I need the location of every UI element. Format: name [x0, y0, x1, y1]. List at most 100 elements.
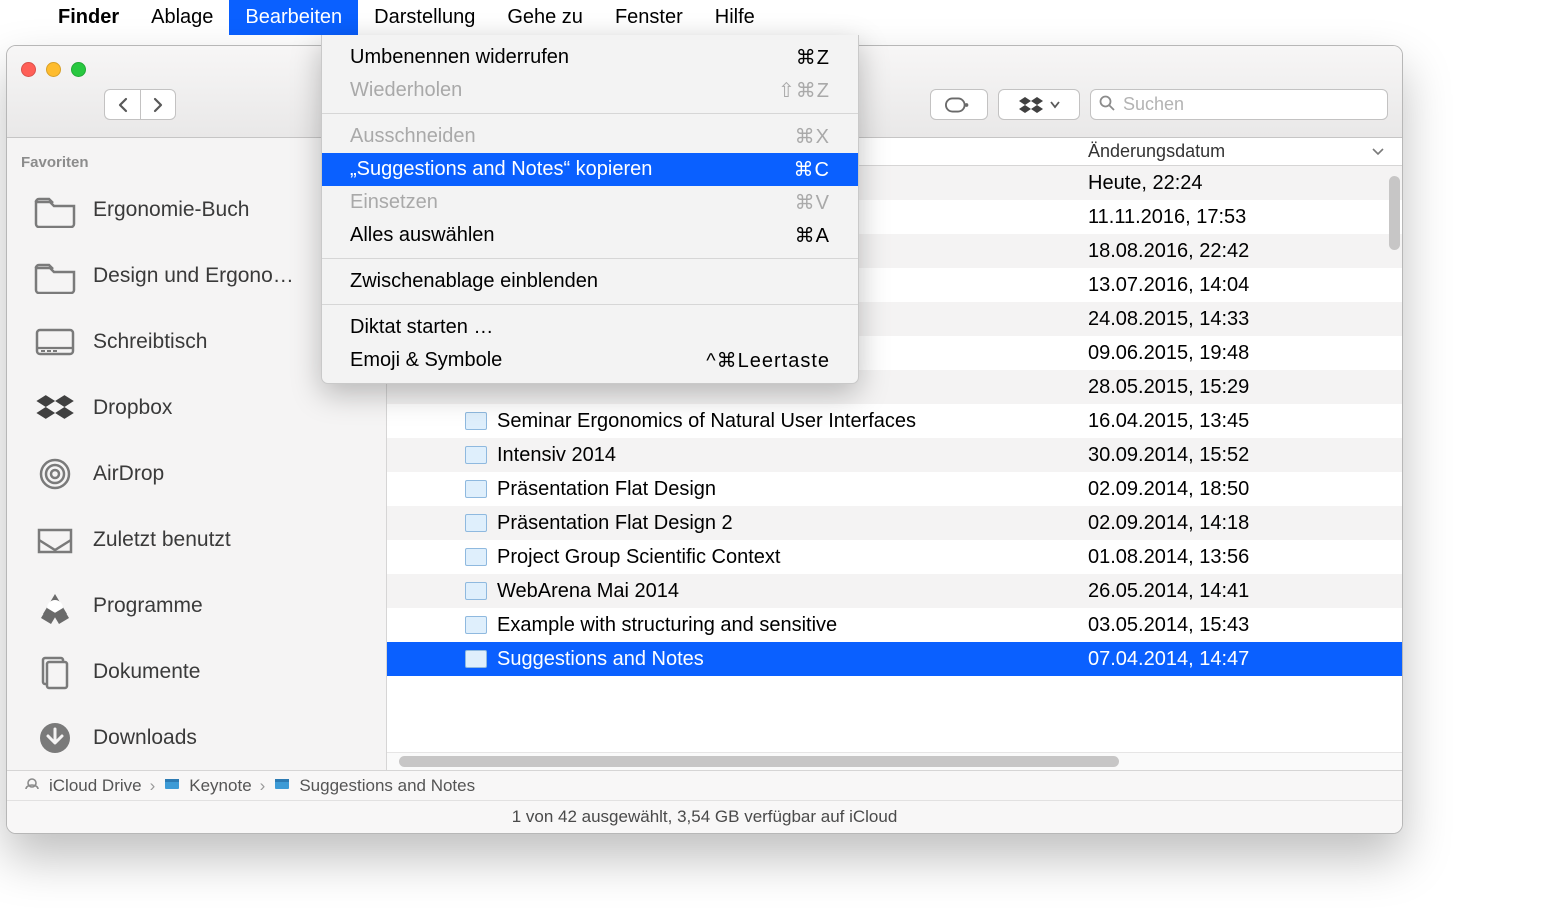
breadcrumb-icon: [23, 776, 41, 796]
file-name: Präsentation Flat Design 2: [497, 512, 733, 535]
menu-item-shortcut: ⌘A: [795, 223, 830, 248]
file-name: Präsentation Flat Design: [497, 478, 716, 501]
keynote-file-icon: [465, 548, 487, 566]
file-name-cell: Suggestions and Notes: [387, 648, 1072, 671]
horizontal-scrollbar[interactable]: [387, 752, 1402, 770]
file-row[interactable]: Präsentation Flat Design 2 02.09.2014, 14…: [387, 506, 1402, 540]
file-date: 02.09.2014, 18:50: [1072, 478, 1402, 501]
desktop-icon: [31, 322, 79, 362]
file-name-cell: Intensiv 2014: [387, 444, 1072, 467]
file-date: 18.08.2016, 22:42: [1072, 240, 1402, 263]
status-bar: 1 von 42 ausgewählt, 3,54 GB verfügbar a…: [7, 800, 1402, 833]
menu-darstellung[interactable]: Darstellung: [358, 0, 491, 35]
breadcrumb-item[interactable]: Keynote: [163, 776, 251, 796]
menu-item-label: Ausschneiden: [350, 125, 476, 148]
edit-menu-dropdown: Umbenennen widerrufen⌘ZWiederholen⇧⌘Z Aus…: [321, 35, 859, 384]
sidebar-item[interactable]: Programme: [7, 573, 386, 639]
keynote-file-icon: [465, 514, 487, 532]
menu-bearbeiten[interactable]: Bearbeiten: [229, 0, 358, 35]
path-bar: iCloud Drive › Keynote › Suggestions and Not…: [7, 770, 1402, 800]
back-button[interactable]: [104, 89, 140, 120]
forward-button[interactable]: [140, 89, 176, 120]
docs-icon: [31, 652, 79, 692]
dropbox-toolbar-button[interactable]: [998, 89, 1080, 120]
sidebar-item-label: Schreibtisch: [93, 330, 207, 354]
column-date-label: Änderungsdatum: [1088, 141, 1225, 162]
keynote-file-icon: [465, 446, 487, 464]
menu-item[interactable]: Umbenennen widerrufen⌘Z: [322, 41, 858, 74]
file-date: 24.08.2015, 14:33: [1072, 308, 1402, 331]
file-name: Suggestions and Notes: [497, 648, 704, 671]
file-row[interactable]: Intensiv 201430.09.2014, 15:52: [387, 438, 1402, 472]
sidebar-item-label: Ergonomie-Buch: [93, 198, 249, 222]
tags-button[interactable]: [930, 89, 988, 120]
file-date: 11.11.2016, 17:53: [1072, 206, 1402, 229]
sidebar-item[interactable]: Dokumente: [7, 639, 386, 705]
menu-item[interactable]: Diktat starten …: [322, 311, 858, 344]
menu-item[interactable]: Emoji & Symbole^⌘Leertaste: [322, 344, 858, 377]
menu-ablage[interactable]: Ablage: [135, 0, 229, 35]
menu-item-shortcut: ⌘Z: [796, 45, 830, 70]
file-row[interactable]: Example with structuring and sensitive03…: [387, 608, 1402, 642]
search-input[interactable]: [1090, 89, 1388, 120]
sidebar-item-label: Downloads: [93, 726, 197, 750]
sidebar-item[interactable]: Downloads: [7, 705, 386, 770]
minimize-window-button[interactable]: [46, 62, 61, 77]
search-field[interactable]: [1090, 63, 1388, 120]
menu-fenster[interactable]: Fenster: [599, 0, 699, 35]
file-row[interactable]: Suggestions and Notes07.04.2014, 14:47: [387, 642, 1402, 676]
sidebar-item-label: Programme: [93, 594, 203, 618]
menu-item: Ausschneiden⌘X: [322, 120, 858, 153]
menu-item[interactable]: „Suggestions and Notes“ kopieren ⌘C: [322, 153, 858, 186]
file-row[interactable]: Präsentation Flat Design 02.09.2014, 18:5…: [387, 472, 1402, 506]
file-name: Intensiv 2014: [497, 444, 616, 467]
folder-icon: [31, 190, 79, 230]
file-name: Project Group Scientific Context: [497, 546, 780, 569]
keynote-file-icon: [465, 412, 487, 430]
menu-hilfe[interactable]: Hilfe: [699, 0, 771, 35]
file-date: 02.09.2014, 14:18: [1072, 512, 1402, 535]
menu-item-label: Diktat starten …: [350, 316, 493, 339]
menu-item: Wiederholen⇧⌘Z: [322, 74, 858, 107]
keynote-file-icon: [465, 616, 487, 634]
menu-item-label: Zwischenablage einblenden: [350, 270, 598, 293]
sidebar-item[interactable]: Zuletzt benutzt: [7, 507, 386, 573]
vertical-scrollbar[interactable]: [1389, 176, 1400, 250]
file-date: Heute, 22:24: [1072, 172, 1402, 195]
sidebar-item-label: Zuletzt benutzt: [93, 528, 231, 552]
menu-item-shortcut: ^⌘Leertaste: [706, 348, 830, 373]
sidebar-item-label: Dokumente: [93, 660, 200, 684]
menubar: Finder Ablage Bearbeiten Darstellung Geh…: [0, 0, 1541, 35]
file-row[interactable]: WebArena Mai 201426.05.2014, 14:41: [387, 574, 1402, 608]
file-name-cell: WebArena Mai 2014: [387, 580, 1072, 603]
breadcrumb-item[interactable]: Suggestions and Notes: [273, 776, 475, 796]
file-date: 26.05.2014, 14:41: [1072, 580, 1402, 603]
menu-item[interactable]: Zwischenablage einblenden: [322, 265, 858, 298]
window-traffic-lights: [21, 62, 86, 77]
column-date[interactable]: Änderungsdatum: [1072, 141, 1402, 162]
breadcrumb-separator: ›: [150, 776, 156, 796]
sidebar-item[interactable]: Dropbox: [7, 375, 386, 441]
menu-item[interactable]: Alles auswählen ⌘A: [322, 219, 858, 252]
menu-item-shortcut: ⌘C: [794, 157, 830, 182]
dropbox-icon: [31, 388, 79, 428]
menu-app[interactable]: Finder: [42, 0, 135, 35]
sidebar-item[interactable]: AirDrop: [7, 441, 386, 507]
breadcrumb-separator: ›: [260, 776, 266, 796]
file-row[interactable]: Seminar Ergonomics of Natural User Inter…: [387, 404, 1402, 438]
file-date: 13.07.2016, 14:04: [1072, 274, 1402, 297]
menu-item: Einsetzen⌘V: [322, 186, 858, 219]
sidebar-item-label: Design und Ergono…: [93, 264, 294, 288]
breadcrumb-icon: [163, 776, 181, 796]
keynote-file-icon: [465, 582, 487, 600]
file-name-cell: Seminar Ergonomics of Natural User Inter…: [387, 410, 1072, 433]
menu-item-label: „Suggestions and Notes“ kopieren: [350, 158, 652, 181]
file-row[interactable]: Project Group Scientific Context01.08.20…: [387, 540, 1402, 574]
menu-gehe-zu[interactable]: Gehe zu: [491, 0, 599, 35]
breadcrumb-item[interactable]: iCloud Drive: [23, 776, 142, 796]
close-window-button[interactable]: [21, 62, 36, 77]
menu-item-label: Alles auswählen: [350, 224, 495, 247]
zoom-window-button[interactable]: [71, 62, 86, 77]
keynote-file-icon: [465, 650, 487, 668]
file-date: 03.05.2014, 15:43: [1072, 614, 1402, 637]
